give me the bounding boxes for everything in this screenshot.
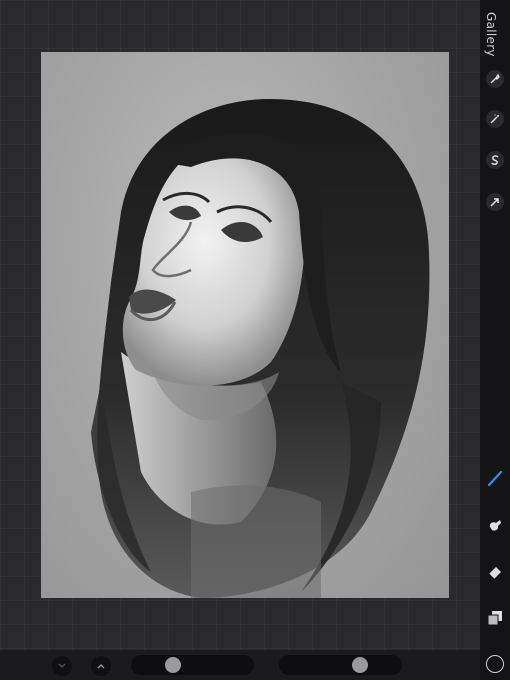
adjustments-button[interactable] <box>486 110 504 128</box>
portrait-artwork <box>91 98 430 598</box>
layers-icon <box>487 611 502 626</box>
smudge-tool[interactable] <box>483 513 507 537</box>
brush-tool[interactable] <box>483 466 507 490</box>
opacity-slider-thumb[interactable] <box>352 657 368 673</box>
canvas-workspace[interactable] <box>0 0 480 650</box>
brush-size-slider[interactable] <box>131 655 254 675</box>
layers-tool[interactable] <box>483 606 507 630</box>
bottom-bar <box>0 650 480 680</box>
brush-icon <box>487 470 503 487</box>
chevron-down-icon <box>58 663 66 668</box>
transform-button[interactable] <box>486 193 504 211</box>
eraser-tool[interactable] <box>483 560 507 584</box>
arrow-cursor-icon <box>490 198 499 207</box>
side-toolbar: Gallery <box>480 0 510 680</box>
gallery-button[interactable]: Gallery <box>484 12 498 57</box>
redo-button[interactable] <box>91 656 111 676</box>
actions-button[interactable] <box>486 70 504 88</box>
selection-button[interactable] <box>486 151 504 169</box>
color-picker-swatch[interactable] <box>486 655 504 673</box>
selection-s-icon <box>491 155 499 165</box>
eraser-icon <box>488 567 501 580</box>
wrench-icon <box>490 73 500 84</box>
smudge-finger-icon <box>489 520 501 531</box>
undo-button[interactable] <box>52 656 72 676</box>
magic-wand-icon <box>490 114 499 124</box>
opacity-slider[interactable] <box>279 655 402 675</box>
chevron-up-icon <box>97 664 105 669</box>
drawing-canvas[interactable] <box>41 52 449 598</box>
brush-size-slider-thumb[interactable] <box>165 657 181 673</box>
